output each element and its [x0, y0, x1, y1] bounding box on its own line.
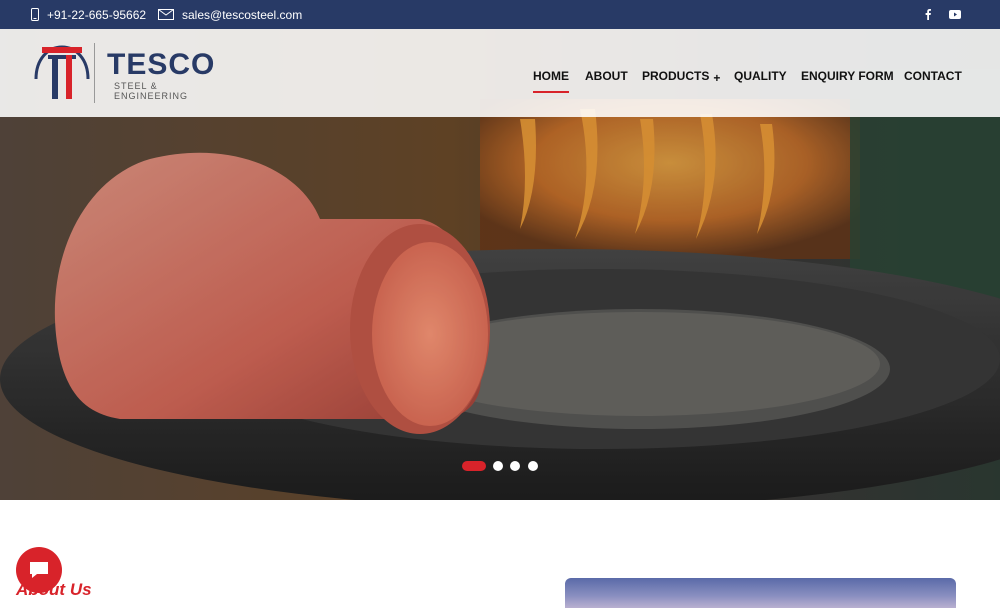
phone-number: +91-22-665-95662 [47, 7, 147, 22]
brand-tagline: STEEL & ENGINEERING [114, 81, 189, 101]
about-image [565, 578, 956, 608]
nav-products[interactable]: PRODUCTS + [642, 69, 720, 85]
expand-plus-icon[interactable]: + [713, 71, 720, 85]
nav-home[interactable]: HOME [533, 69, 569, 93]
slide-dot-4[interactable] [528, 461, 538, 471]
email-contact[interactable]: sales@tescosteel.com [158, 0, 302, 29]
slide-dot-1[interactable] [462, 461, 486, 471]
nav-quality[interactable]: QUALITY [734, 69, 787, 83]
brand-name: TESCO [107, 48, 216, 81]
slide-dot-3[interactable] [510, 461, 520, 471]
envelope-icon [158, 9, 174, 20]
slide-dot-2[interactable] [493, 461, 503, 471]
nav-enquiry-form[interactable]: ENQUIRY FORM [801, 69, 894, 83]
phone-contact[interactable]: +91-22-665-95662 [31, 0, 146, 29]
mobile-phone-icon [31, 8, 39, 21]
email-address: sales@tescosteel.com [182, 7, 303, 22]
facebook-icon[interactable] [920, 0, 936, 29]
chat-icon [30, 562, 48, 578]
youtube-icon[interactable] [947, 0, 963, 29]
nav-about[interactable]: ABOUT [585, 69, 628, 83]
nav-contact[interactable]: CONTACT [904, 69, 962, 83]
chat-widget-button[interactable] [16, 547, 62, 593]
brand-logo[interactable]: TESCO STEEL & ENGINEERING [30, 41, 230, 105]
top-contact-bar: +91-22-665-95662 sales@tescosteel.com [0, 0, 1000, 29]
tesco-logo-mark [34, 45, 90, 99]
nav-products-label: PRODUCTS [642, 69, 710, 83]
logo-divider [94, 43, 95, 103]
